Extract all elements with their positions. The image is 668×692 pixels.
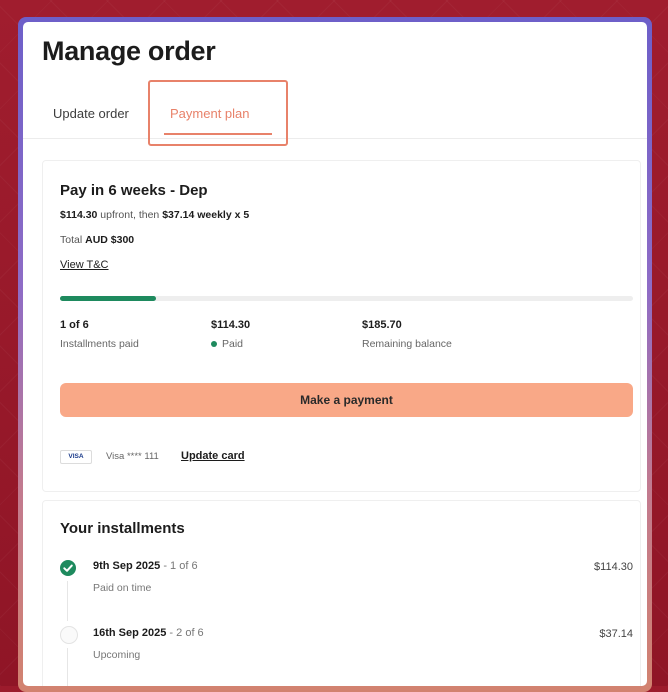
installment-separator: - [160,560,171,572]
installment-row: 9th Sep 2025 - 1 of 6 Paid on time $114.… [60,557,633,621]
installments-title: Your installments [60,520,185,537]
paid-status-dot [211,341,217,348]
payment-plan-panel: Pay in 6 weeks - Dep $114.30 upfront, th… [42,160,641,492]
plan-summary: $114.30 upfront, then $37.14 weekly x 5 [60,209,249,221]
installment-count: 1 of 6 [170,560,198,572]
installment-status: Upcoming [93,649,141,661]
check-circle-icon [60,560,76,576]
upfront-text: upfront, then [97,209,163,221]
installments-panel: Your installments 9th Sep 2025 - 1 of 6 … [42,500,641,686]
stat-paid-value: $114.30 [211,319,251,331]
plan-total: Total AUD $300 [60,234,134,246]
total-value: AUD $300 [85,234,135,246]
installment-row: 16th Sep 2025 - 2 of 6 Upcoming $37.14 [60,624,633,686]
update-card-link[interactable]: Update card [181,450,245,462]
tab-bar: Update order Payment plan [23,80,647,146]
tab-payment-plan-label: Payment plan [170,106,250,121]
stat-remaining-label: Remaining balance [362,338,452,350]
tab-payment-plan[interactable]: Payment plan [148,80,288,146]
installment-date: 9th Sep 2025 [93,560,161,572]
active-tab-underline [164,133,272,135]
installment-amount: $37.14 [599,628,633,640]
upfront-amount: $114.30 [60,209,98,221]
weekly-amount: $37.14 weekly x 5 [162,209,250,221]
timeline-connector [67,581,68,621]
payment-progress-fill [60,296,156,301]
view-tnc-link[interactable]: View T&C [60,259,109,271]
empty-circle-icon [60,626,78,644]
plan-title: Pay in 6 weeks - Dep [60,182,208,199]
installment-date: 16th Sep 2025 [93,627,167,639]
stat-paid-label: Paid [222,338,244,350]
stat-remaining-value: $185.70 [362,319,402,331]
payment-progress-bar [60,296,633,301]
card-number: Visa **** 111 [106,451,159,462]
installment-amount: $114.30 [594,561,633,573]
visa-card-icon: VISA [60,450,92,464]
timeline-connector [67,648,68,686]
stat-paid: $114.30 Paid [211,319,250,350]
stat-installments-value: 1 of 6 [60,319,89,331]
total-label: Total [60,234,86,246]
installment-count: 2 of 6 [176,627,204,639]
stat-installments: 1 of 6 Installments paid [60,319,139,350]
manage-order-card: Manage order Update order Payment plan P… [23,22,647,686]
page-title: Manage order [42,36,216,66]
installment-separator: - [166,627,177,639]
installment-status: Paid on time [93,582,152,594]
make-payment-button[interactable]: Make a payment [60,383,633,417]
stat-installments-label: Installments paid [60,338,139,350]
tab-update-order[interactable]: Update order [53,106,129,121]
stat-remaining: $185.70 Remaining balance [362,319,452,350]
